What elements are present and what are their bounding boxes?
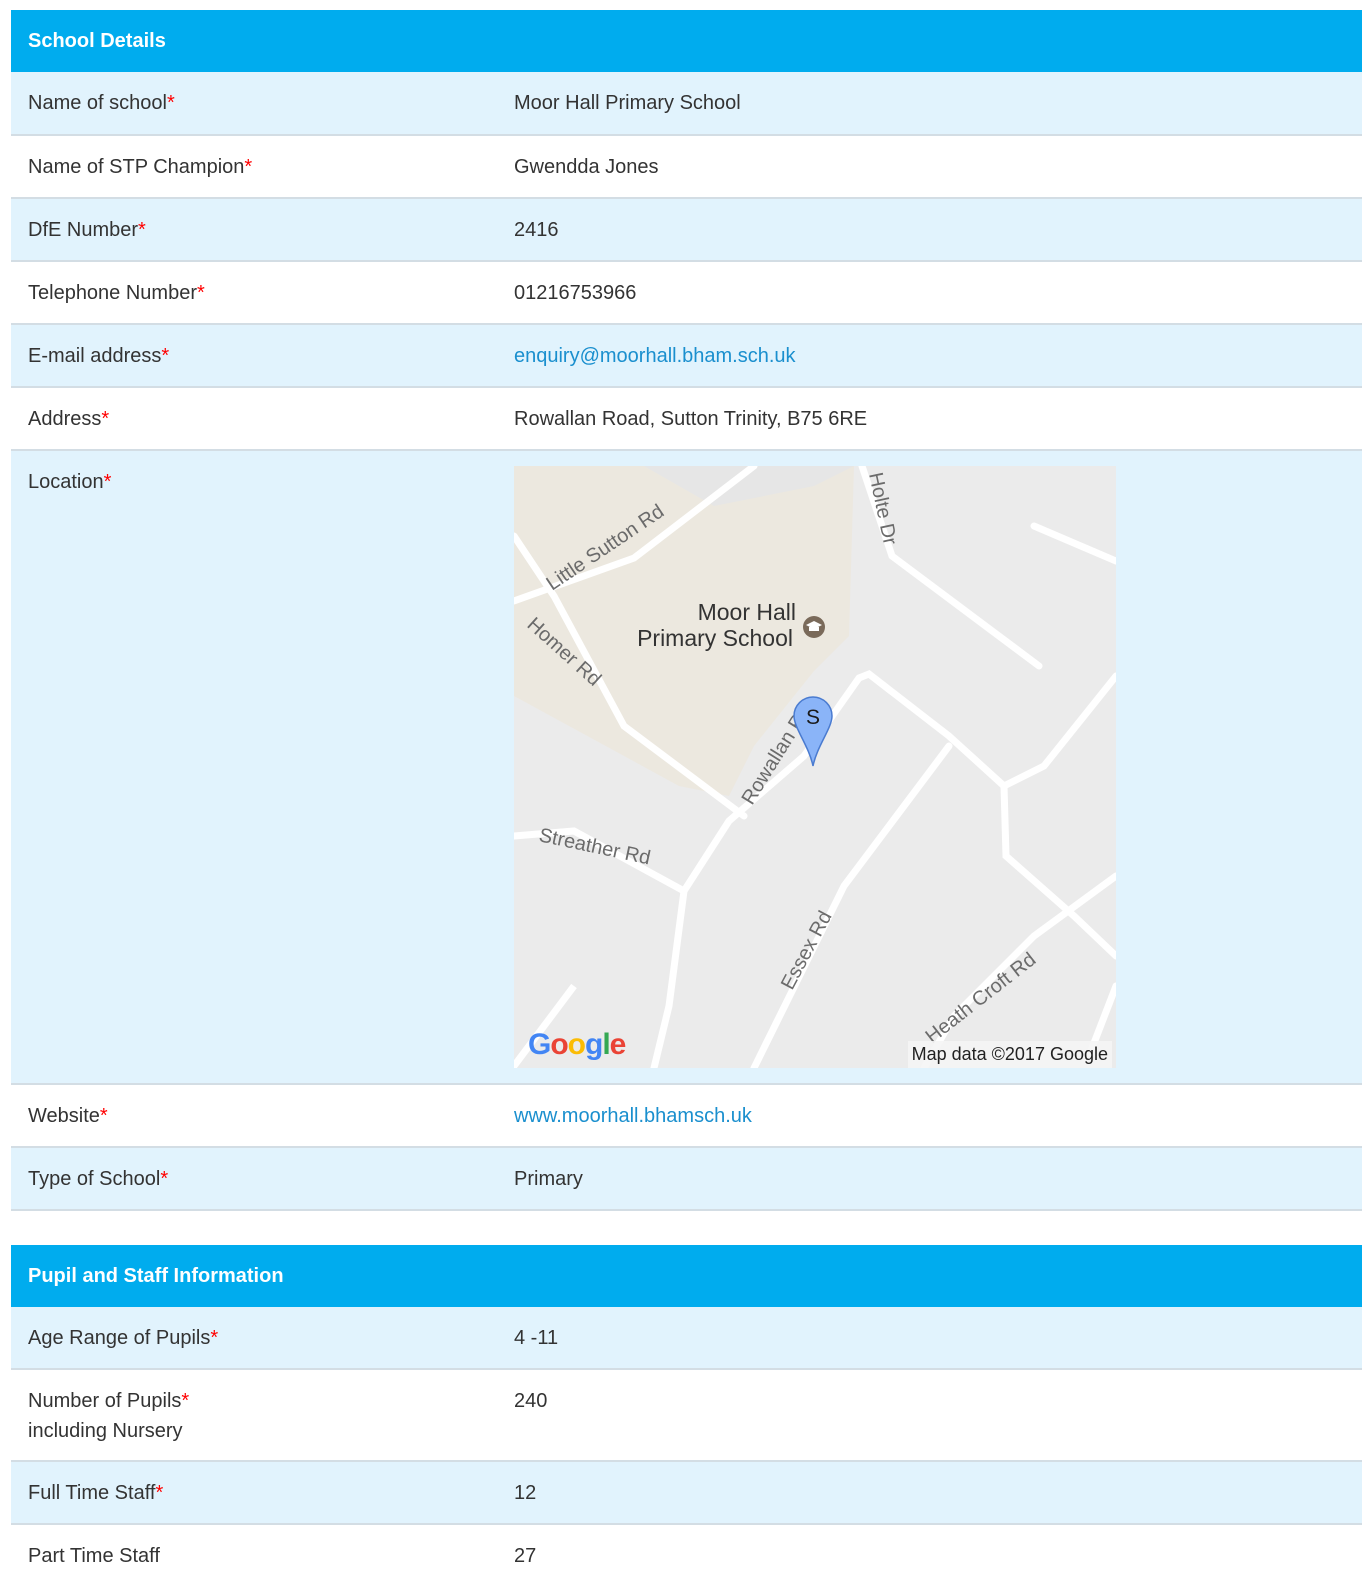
required-marker: *	[244, 156, 253, 178]
school-place-label-line2: Primary School	[637, 625, 793, 651]
value-full-time-staff: 12	[514, 1482, 537, 1504]
google-logo-letter: g	[585, 1028, 603, 1061]
label-full-time-staff: Full Time Staff*	[28, 1482, 164, 1504]
row-school-type: Type of School* Primary	[11, 1148, 1362, 1211]
school-details-section: School Details Name of school* Moor Hall…	[11, 10, 1362, 1211]
google-logo-letter: o	[567, 1028, 586, 1061]
google-logo-letter: G	[528, 1028, 551, 1061]
value-school-name: Moor Hall Primary School	[514, 92, 741, 114]
row-age-range: Age Range of Pupils* 4 -11	[11, 1307, 1362, 1370]
google-logo: Google	[528, 1028, 627, 1061]
school-details-header: School Details	[11, 10, 1362, 72]
label-telephone: Telephone Number*	[28, 282, 205, 304]
road-essex	[750, 742, 953, 1068]
road-label-essex: Essex Rd	[777, 907, 837, 993]
row-full-time-staff: Full Time Staff* 12	[11, 1462, 1362, 1525]
required-marker: *	[160, 1168, 169, 1190]
row-pupil-count: Number of Pupils* including Nursery 240	[11, 1370, 1362, 1462]
road-east-loop	[855, 670, 1116, 791]
label-school-type: Type of School*	[28, 1168, 169, 1190]
label-website: Website*	[28, 1105, 108, 1127]
pin-letter: S	[806, 706, 820, 729]
label-part-time-staff: Part Time Staff	[28, 1545, 160, 1567]
value-dfe-number: 2416	[514, 219, 559, 241]
value-age-range: 4 -11	[514, 1327, 559, 1349]
value-pupil-count: 240	[514, 1390, 548, 1412]
google-logo-letter: o	[550, 1028, 568, 1061]
required-marker: *	[155, 1482, 164, 1504]
label-pupil-count-note: including Nursery	[28, 1420, 183, 1442]
required-marker: *	[103, 471, 112, 493]
required-marker: *	[99, 1105, 108, 1127]
required-marker: *	[166, 92, 175, 114]
location-map[interactable]: Little Sutton Rd Holte Dr Homer Rd Rowal…	[514, 466, 1116, 1068]
label-email: E-mail address*	[28, 345, 170, 367]
row-part-time-staff: Part Time Staff 27	[11, 1525, 1362, 1588]
road-label-holte: Holte Dr	[864, 470, 901, 547]
row-website: Website* www.moorhall.bhamsch.uk	[11, 1085, 1362, 1148]
road-label-streather: Streather Rd	[537, 824, 652, 869]
label-school-name: Name of school*	[28, 92, 175, 114]
road-north-east	[1030, 522, 1116, 565]
required-marker: *	[197, 282, 205, 304]
pupil-staff-header: Pupil and Staff Information	[11, 1245, 1362, 1307]
value-telephone: 01216753966	[514, 282, 637, 304]
required-marker: *	[161, 345, 170, 367]
row-dfe-number: DfE Number* 2416	[11, 199, 1362, 262]
label-location: Location*	[28, 471, 112, 493]
value-stp-champion: Gwendda Jones	[514, 156, 659, 178]
label-stp-champion: Name of STP Champion*	[28, 156, 253, 178]
row-school-name: Name of school* Moor Hall Primary School	[11, 72, 1362, 136]
row-telephone: Telephone Number* 01216753966	[11, 262, 1362, 325]
map-credit: Map data ©2017 Google	[907, 1041, 1112, 1068]
label-address: Address*	[28, 408, 110, 430]
label-dfe-number: DfE Number*	[28, 219, 146, 241]
label-pupil-count: Number of Pupils* including Nursery	[11, 1370, 514, 1460]
road-croft-south	[1000, 782, 1116, 960]
required-marker: *	[181, 1390, 190, 1412]
map-roads-layer: Little Sutton Rd Holte Dr Homer Rd Rowal…	[514, 466, 1116, 1068]
school-cap-icon	[803, 616, 825, 638]
google-logo-letter: e	[609, 1028, 627, 1061]
value-address: Rowallan Road, Sutton Trinity, B75 6RE	[514, 408, 868, 430]
value-part-time-staff: 27	[514, 1545, 537, 1567]
road-label-heath-croft: Heath Croft Rd	[922, 948, 1041, 1047]
row-stp-champion: Name of STP Champion* Gwendda Jones	[11, 136, 1362, 199]
pupil-staff-section: Pupil and Staff Information Age Range of…	[11, 1245, 1362, 1588]
google-logo-letter: l	[602, 1028, 610, 1061]
required-marker: *	[210, 1327, 219, 1349]
school-place-label-line1: Moor Hall	[698, 599, 796, 625]
label-age-range: Age Range of Pupils*	[28, 1327, 219, 1349]
required-marker: *	[101, 408, 110, 430]
website-link[interactable]: www.moorhall.bhamsch.uk	[514, 1105, 752, 1127]
email-link[interactable]: enquiry@moorhall.bham.sch.uk	[514, 345, 796, 367]
row-address: Address* Rowallan Road, Sutton Trinity, …	[11, 388, 1362, 451]
required-marker: *	[138, 219, 146, 241]
value-school-type: Primary	[514, 1168, 583, 1190]
row-email: E-mail address* enquiry@moorhall.bham.sc…	[11, 325, 1362, 388]
row-location: Location* Little Sutton Rd Holte Dr Home…	[11, 451, 1362, 1085]
